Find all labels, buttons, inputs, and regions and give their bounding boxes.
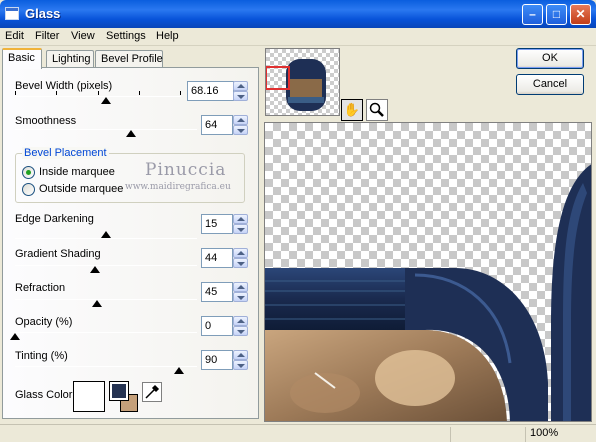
spin-down-icon[interactable] — [233, 258, 248, 268]
edge-darkening-spinner[interactable] — [233, 214, 248, 234]
spin-up-icon[interactable] — [233, 214, 248, 224]
zoom-tool-button[interactable] — [366, 99, 388, 121]
smoothness-spinner[interactable] — [233, 115, 248, 135]
outside-marquee-label[interactable]: Outside marquee — [39, 183, 123, 195]
hand-icon: ✋ — [343, 102, 361, 117]
edge-darkening-slider-thumb[interactable] — [101, 231, 111, 238]
ok-button[interactable]: OK — [516, 48, 584, 69]
tinting-input[interactable]: 90 — [201, 350, 233, 370]
primary-color-swatch[interactable] — [109, 381, 129, 401]
magnifier-icon — [369, 102, 384, 117]
inside-marquee-label[interactable]: Inside marquee — [39, 166, 115, 178]
menu-bar: Edit Filter View Settings Help — [0, 28, 596, 46]
glass-color-swatch[interactable] — [73, 381, 105, 412]
basic-panel: Bevel Width (pixels) 68.16 Smoothness 64… — [2, 67, 259, 419]
smoothness-label: Smoothness — [15, 115, 77, 127]
opacity-spinner[interactable] — [233, 316, 248, 336]
menu-view[interactable]: View — [71, 30, 95, 42]
gradient-shading-input[interactable]: 44 — [201, 248, 233, 268]
glass-color-label: Glass Color — [15, 389, 73, 401]
tinting-track — [15, 366, 197, 367]
smoothness-slider-thumb[interactable] — [126, 130, 137, 137]
spin-up-icon[interactable] — [233, 115, 248, 125]
gradient-shading-track — [15, 265, 197, 266]
spin-up-icon[interactable] — [233, 316, 248, 326]
bevel-width-input[interactable]: 68.16 — [187, 81, 234, 101]
smoothness-input[interactable]: 64 — [201, 115, 233, 135]
watermark-url: www.maidiregrafica.eu — [125, 182, 231, 192]
outside-marquee-radio[interactable] — [22, 183, 35, 196]
gradient-shading-label: Gradient Shading — [15, 248, 101, 260]
menu-settings[interactable]: Settings — [106, 30, 146, 42]
spin-up-icon[interactable] — [233, 350, 248, 360]
edge-darkening-input[interactable]: 15 — [201, 214, 233, 234]
bevel-width-ticks — [15, 91, 181, 96]
bevel-placement-title: Bevel Placement — [22, 147, 109, 159]
cancel-button[interactable]: Cancel — [516, 74, 584, 95]
spin-down-icon[interactable] — [233, 91, 248, 101]
refraction-track — [15, 299, 197, 300]
tab-lighting[interactable]: Lighting — [46, 50, 94, 68]
tinting-spinner[interactable] — [233, 350, 248, 370]
menu-filter[interactable]: Filter — [35, 30, 59, 42]
title-bar[interactable]: Glass – □ ✕ — [0, 0, 596, 28]
opacity-input[interactable]: 0 — [201, 316, 233, 336]
close-button[interactable]: ✕ — [570, 4, 591, 25]
menu-edit[interactable]: Edit — [5, 30, 24, 42]
eyedropper-button[interactable] — [142, 382, 162, 402]
opacity-label: Opacity (%) — [15, 316, 73, 328]
spin-down-icon[interactable] — [233, 326, 248, 336]
pan-tool-button[interactable]: ✋ — [341, 99, 363, 121]
gradient-shading-slider-thumb[interactable] — [90, 266, 101, 273]
window-title: Glass — [25, 6, 61, 21]
spin-down-icon[interactable] — [233, 292, 248, 302]
watermark-text: Pinuccia — [145, 160, 227, 180]
tinting-label: Tinting (%) — [15, 350, 68, 362]
status-empty — [450, 427, 525, 442]
tab-bevel-profile[interactable]: Bevel Profile — [95, 50, 163, 68]
smoothness-track — [15, 129, 197, 130]
tab-basic[interactable]: Basic — [2, 48, 42, 69]
status-bar: 100% — [0, 424, 596, 442]
inside-marquee-radio[interactable] — [22, 166, 35, 179]
refraction-slider-thumb[interactable] — [91, 300, 102, 307]
spin-down-icon[interactable] — [233, 360, 248, 370]
spin-down-icon[interactable] — [233, 125, 248, 135]
spin-down-icon[interactable] — [233, 224, 248, 234]
spin-up-icon[interactable] — [233, 248, 248, 258]
eyedropper-icon — [145, 384, 160, 399]
edge-darkening-label: Edge Darkening — [15, 213, 94, 225]
tinting-slider-thumb[interactable] — [173, 367, 184, 374]
gradient-shading-spinner[interactable] — [233, 248, 248, 268]
bevel-width-slider-thumb[interactable] — [101, 97, 112, 104]
spin-up-icon[interactable] — [233, 282, 248, 292]
bevel-width-track — [15, 96, 181, 97]
glass-dialog: Glass – □ ✕ Edit Filter View Settings He… — [0, 0, 596, 442]
menu-help[interactable]: Help — [156, 30, 179, 42]
spin-up-icon[interactable] — [233, 81, 248, 91]
window-icon — [5, 7, 19, 20]
opacity-slider-thumb[interactable] — [10, 333, 20, 340]
preview-canvas[interactable] — [264, 122, 592, 422]
refraction-input[interactable]: 45 — [201, 282, 233, 302]
refraction-label: Refraction — [15, 282, 66, 294]
bevel-width-spinner[interactable] — [233, 81, 248, 101]
maximize-button[interactable]: □ — [546, 4, 567, 25]
refraction-spinner[interactable] — [233, 282, 248, 302]
navigator-thumbnail[interactable] — [265, 48, 340, 116]
preview-image — [265, 164, 591, 421]
zoom-readout: 100% — [525, 427, 596, 442]
opacity-track — [15, 332, 197, 333]
minimize-button[interactable]: – — [522, 4, 543, 25]
edge-darkening-track — [15, 238, 197, 239]
navigator-image — [266, 49, 339, 115]
